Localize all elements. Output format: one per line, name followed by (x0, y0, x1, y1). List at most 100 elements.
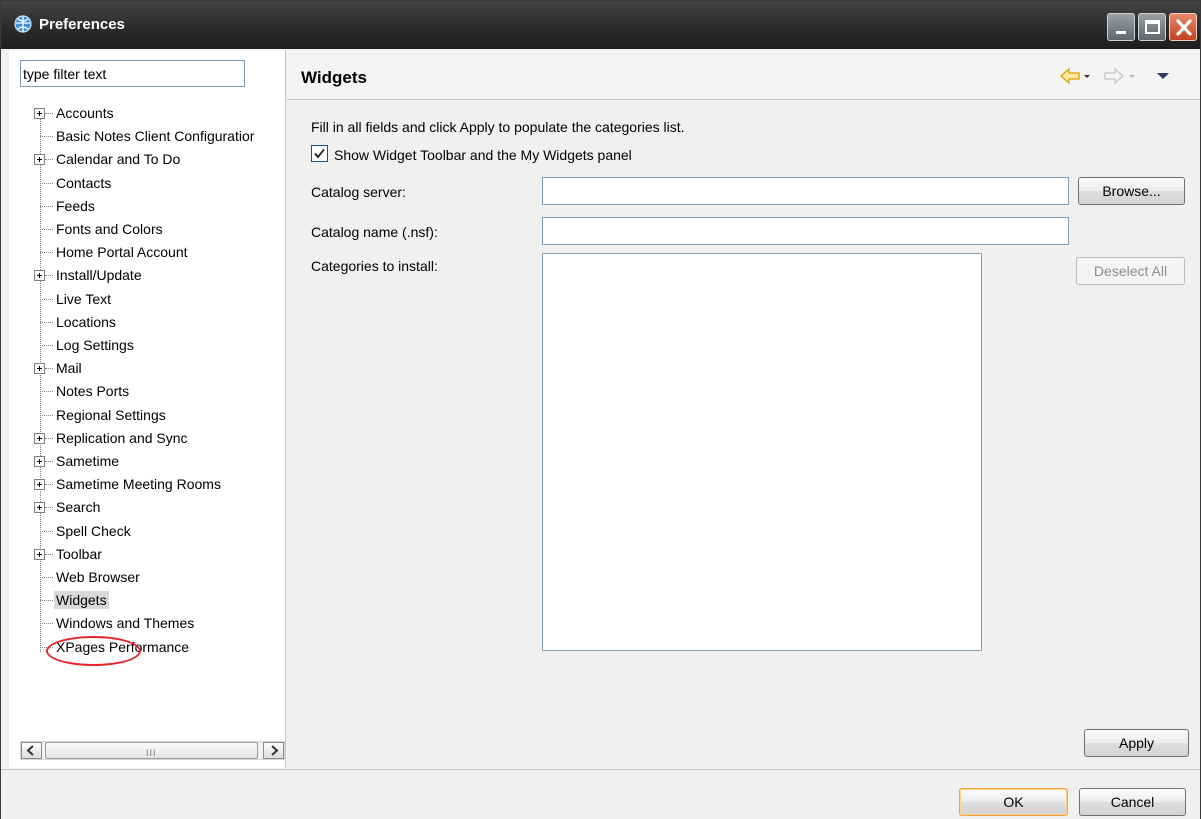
tree-item-replication-and-sync[interactable]: Replication and Sync (9, 427, 286, 450)
apply-button[interactable]: Apply (1084, 729, 1189, 757)
tree-connector (40, 182, 53, 184)
expand-plus-icon[interactable] (34, 548, 45, 560)
tree-item-label: Home Portal Account (56, 244, 188, 261)
tree-connector (40, 577, 53, 578)
tree-item-feeds[interactable]: Feeds (9, 195, 286, 218)
title-bar[interactable]: Preferences (1, 1, 1200, 49)
cancel-button[interactable]: Cancel (1079, 788, 1186, 816)
categories-list[interactable] (542, 253, 982, 651)
scroll-left-button[interactable] (21, 742, 42, 759)
expand-plus-icon[interactable] (34, 154, 45, 166)
page-title: Widgets (301, 68, 367, 87)
page-header: Widgets (287, 50, 1200, 100)
tree-connector (40, 298, 53, 300)
page-nav-toolbar (1060, 67, 1169, 85)
expand-plus-icon[interactable] (34, 502, 45, 514)
preferences-tree[interactable]: Accounts Basic Notes Client Configuratior… (9, 102, 286, 728)
tree-item-regional-settings[interactable]: Regional Settings (9, 404, 286, 427)
tree-item-label: Replication and Sync (56, 429, 188, 446)
tree-item-label: Feeds (56, 197, 95, 214)
widgets-highlight-annotation (46, 636, 141, 666)
back-arrow-icon[interactable] (1060, 67, 1080, 85)
tree-item-label: Mail (56, 360, 82, 377)
tree-connector (40, 321, 53, 323)
tree-item-home-portal-account[interactable]: Home Portal Account (9, 241, 286, 264)
catalog-name-input[interactable] (542, 217, 1069, 245)
tree-item-install-update[interactable]: Install/Update (9, 264, 286, 287)
tree-item-label: Regional Settings (56, 406, 166, 423)
expand-plus-icon[interactable] (34, 108, 45, 119)
tree-connector (45, 368, 53, 370)
scroll-thumb[interactable]: III (45, 742, 258, 759)
tree-connector (45, 507, 53, 509)
tree-connector (40, 600, 53, 602)
tree-item-label: Notes Ports (56, 383, 130, 400)
show-widget-toolbar-label[interactable]: Show Widget Toolbar and the My Widgets p… (334, 147, 632, 163)
preferences-window: Preferences Accounts Basic Notes Client C… (0, 0, 1201, 819)
dialog-button-bar: OK Cancel (1, 769, 1200, 819)
tree-item-label: Sametime Meeting Rooms (56, 476, 221, 493)
tree-item-toolbar[interactable]: Toolbar (9, 543, 286, 566)
tree-item-notes-ports[interactable]: Notes Ports (9, 380, 286, 403)
scroll-right-button[interactable] (263, 742, 284, 759)
minimize-button[interactable] (1107, 13, 1135, 41)
forward-dropdown-icon[interactable] (1129, 75, 1135, 78)
tree-item-windows-and-themes[interactable]: Windows and Themes (9, 612, 286, 635)
tree-item-label: Search (56, 499, 101, 516)
browse-button[interactable]: Browse... (1078, 177, 1185, 205)
tree-item-label: Locations (56, 313, 116, 330)
catalog-server-input[interactable] (542, 177, 1069, 205)
tree-item-search[interactable]: Search (9, 496, 286, 519)
ok-button[interactable]: OK (959, 788, 1068, 816)
expand-plus-icon[interactable] (34, 479, 45, 491)
tree-item-spell-check[interactable]: Spell Check (9, 520, 286, 543)
tree-item-basic-notes-client-configuratior[interactable]: Basic Notes Client Configuratior (9, 125, 286, 148)
chevron-right-icon (271, 745, 279, 756)
scroll-grip: III (146, 748, 157, 758)
tree-connector (40, 252, 53, 254)
tree-item-locations[interactable]: Locations (9, 311, 286, 334)
filter-input[interactable] (20, 60, 245, 87)
tree-connector (40, 391, 53, 393)
tree-connector (45, 553, 53, 555)
tree-connector (40, 623, 53, 625)
window-title: Preferences (39, 16, 125, 33)
tree-item-sametime[interactable]: Sametime (9, 450, 286, 473)
close-button[interactable] (1169, 13, 1197, 41)
view-menu-icon[interactable] (1157, 73, 1169, 79)
tree-item-log-settings[interactable]: Log Settings (9, 334, 286, 357)
horizontal-scrollbar[interactable]: III (20, 741, 285, 760)
tree-connector (40, 136, 53, 138)
tree-item-label: Fonts and Colors (56, 221, 163, 237)
maximize-button[interactable] (1138, 13, 1166, 41)
catalog-server-label: Catalog server: (311, 184, 406, 200)
tree-connector (40, 414, 53, 416)
expand-plus-icon[interactable] (34, 456, 45, 467)
globe-icon (14, 15, 32, 33)
tree-item-accounts[interactable]: Accounts (9, 102, 286, 125)
tree-item-label: Live Text (56, 290, 111, 307)
expand-plus-icon[interactable] (34, 270, 45, 282)
tree-item-label: Windows and Themes (56, 615, 195, 632)
tree-item-mail[interactable]: Mail (9, 357, 286, 380)
show-widget-toolbar-checkbox[interactable] (311, 145, 328, 162)
tree-item-web-browser[interactable]: Web Browser (9, 566, 286, 589)
tree-item-calendar-and-to-do[interactable]: Calendar and To Do (9, 148, 286, 171)
expand-plus-icon[interactable] (34, 363, 45, 375)
tree-item-contacts[interactable]: Contacts (9, 172, 286, 195)
tree-item-fonts-and-colors[interactable]: Fonts and Colors (9, 218, 286, 241)
deselect-all-button[interactable]: Deselect All (1076, 257, 1185, 285)
expand-plus-icon[interactable] (34, 432, 45, 444)
tree-item-live-text[interactable]: Live Text (9, 288, 286, 311)
tree-item-widgets[interactable]: Widgets (9, 589, 286, 612)
categories-label: Categories to install: (311, 258, 438, 274)
tree-item-label: Calendar and To Do (56, 151, 181, 168)
back-dropdown-icon[interactable] (1084, 75, 1090, 78)
forward-arrow-icon[interactable] (1104, 67, 1124, 85)
tree-item-label: Log Settings (56, 337, 134, 353)
maximize-icon (1145, 20, 1160, 34)
close-icon (1176, 19, 1192, 36)
tree-connector (40, 345, 53, 346)
tree-item-sametime-meeting-rooms[interactable]: Sametime Meeting Rooms (9, 473, 286, 496)
tree-item-label: Widgets (54, 591, 109, 610)
